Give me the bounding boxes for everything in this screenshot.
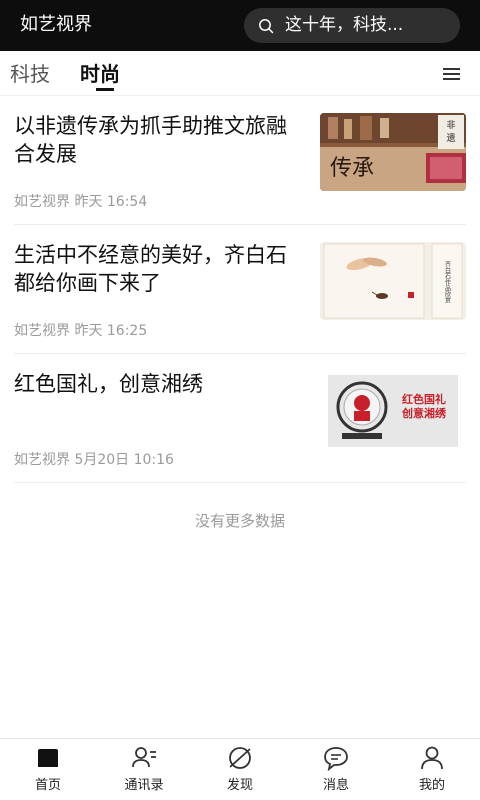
article-meta: 如艺视界 昨天 16:54 [14,194,148,210]
nav-messages[interactable]: 消息 [288,739,384,800]
no-more-data: 没有更多数据 [194,512,285,530]
nav-profile-label: 我的 [418,778,445,793]
discover-icon [229,747,251,769]
nav-discover[interactable]: 发现 [192,739,288,800]
bottom-navigation: 首页 通讯录 发现 消息 我的 [0,738,480,800]
article-meta: 如艺视界 昨天 16:25 [14,323,148,339]
message-icon [324,747,348,771]
article-thumbnail: 红色国礼 创意湘绣 [320,371,466,449]
search-bar[interactable]: 这十年，科技... [244,8,460,43]
nav-profile[interactable]: 我的 [384,739,480,800]
article-item[interactable]: 红色国礼，创意湘绣 如艺视界 5月20日 10:16 红色国礼 创意湘绣 [14,355,466,483]
thumb-caption: 传承 [330,156,374,181]
tab-tech[interactable]: 科技 [10,62,50,86]
article-meta: 如艺视界 5月20日 10:16 [14,452,174,468]
nav-messages-label: 消息 [322,778,349,793]
contacts-icon [132,747,156,768]
top-bar: 如艺视界 这十年，科技... [0,0,480,51]
article-thumbnail: 齐白石作品欣赏 [320,242,466,320]
thumb-badge-char-2: 遗 [446,132,455,144]
article-item[interactable]: 生活中不经意的美好，齐白石都给你画下来了 如艺视界 昨天 16:25 齐白石作品… [14,226,466,354]
nav-home-label: 首页 [34,778,61,793]
home-icon [38,749,58,767]
nav-home[interactable]: 首页 [0,739,96,800]
menu-icon[interactable] [440,66,464,82]
search-placeholder: 这十年，科技... [285,15,404,35]
article-title: 生活中不经意的美好，齐白石都给你画下来了 [14,243,287,295]
active-tab-indicator [96,88,114,91]
nav-contacts[interactable]: 通讯录 [96,739,192,800]
thumb-caption-1: 红色国礼 [402,392,446,406]
thumb-caption: 齐白石作品欣赏 [444,260,451,304]
thumb-caption-2: 创意湘绣 [401,406,447,420]
search-icon [259,19,274,34]
profile-icon [421,746,443,770]
article-title: 红色国礼，创意湘绣 [14,372,203,396]
article-item[interactable]: 以非遗传承为抓手助推文旅融合发展 如艺视界 昨天 16:54 非 遗 传承 [14,97,466,225]
article-thumbnail: 非 遗 传承 [320,113,466,191]
app-title: 如艺视界 [20,14,92,35]
article-title: 以非遗传承为抓手助推文旅融合发展 [14,114,287,166]
tab-fashion[interactable]: 时尚 [80,62,120,86]
category-tabs: 科技 时尚 [0,51,480,96]
nav-discover-label: 发现 [226,778,253,793]
thumb-badge-char-1: 非 [446,119,455,131]
nav-contacts-label: 通讯录 [124,778,164,793]
